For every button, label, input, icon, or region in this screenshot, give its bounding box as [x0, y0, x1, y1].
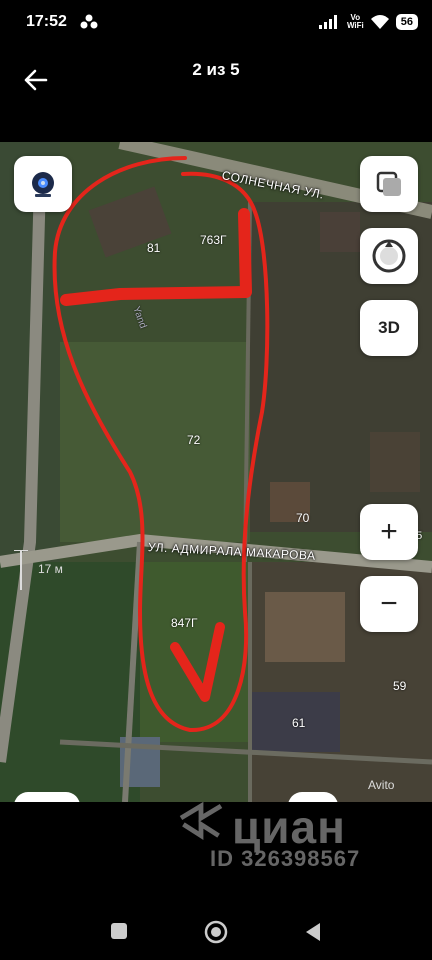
- header: 2 из 5: [0, 46, 432, 142]
- compass-button[interactable]: [360, 228, 418, 284]
- 3d-button[interactable]: 3D: [360, 300, 418, 356]
- map-image[interactable]: СОЛНЕЧНАЯ УЛ. УЛ. АДМИРАЛА МАКАРОВА 81 7…: [0, 142, 432, 802]
- zoom-in-label: +: [380, 515, 398, 548]
- zoom-out-label: −: [380, 587, 398, 620]
- system-navbar: [0, 900, 432, 960]
- compass-icon: [372, 239, 406, 273]
- status-time: 17:52: [26, 13, 67, 30]
- plot-label-61: 61: [292, 716, 306, 730]
- plot-label-72: 72: [187, 433, 201, 447]
- back-nav-icon[interactable]: [304, 922, 322, 942]
- notification-dots-icon: [80, 14, 98, 29]
- photo-counter: 2 из 5: [192, 60, 240, 79]
- cian-listing-id: ID 326398567: [210, 846, 361, 871]
- cian-watermark: циан ID 326398567: [0, 801, 432, 882]
- panorama-camera-icon: [32, 172, 54, 197]
- layers-button[interactable]: [360, 156, 418, 212]
- scale-label: 17 м: [38, 562, 63, 576]
- panorama-button[interactable]: [14, 156, 72, 212]
- plot-label-763: 763Г: [200, 233, 227, 247]
- battery-indicator: 56: [395, 14, 418, 30]
- zoom-out-button[interactable]: −: [360, 576, 418, 632]
- layers-icon: [376, 171, 401, 196]
- wifi-icon: [370, 15, 389, 29]
- plot-label-847: 847Г: [171, 616, 198, 630]
- scale-bar-icon: [14, 550, 28, 590]
- map-bottom-button-left[interactable]: [14, 792, 80, 802]
- avito-watermark: Avito: [368, 778, 395, 792]
- home-icon[interactable]: [204, 920, 228, 944]
- signal-icon: [318, 15, 337, 29]
- status-bar: 17:52 Vo WiFi 56: [0, 0, 432, 46]
- plot-label-70: 70: [296, 511, 310, 525]
- zoom-in-button[interactable]: +: [360, 504, 418, 560]
- status-indicators: Vo WiFi 56: [318, 12, 418, 32]
- recents-icon[interactable]: [110, 922, 128, 940]
- cian-logo-icon: [179, 802, 223, 840]
- plot-label-81: 81: [147, 241, 161, 255]
- vowifi-indicator: Vo WiFi: [346, 13, 364, 30]
- plot-label-59: 59: [393, 679, 407, 693]
